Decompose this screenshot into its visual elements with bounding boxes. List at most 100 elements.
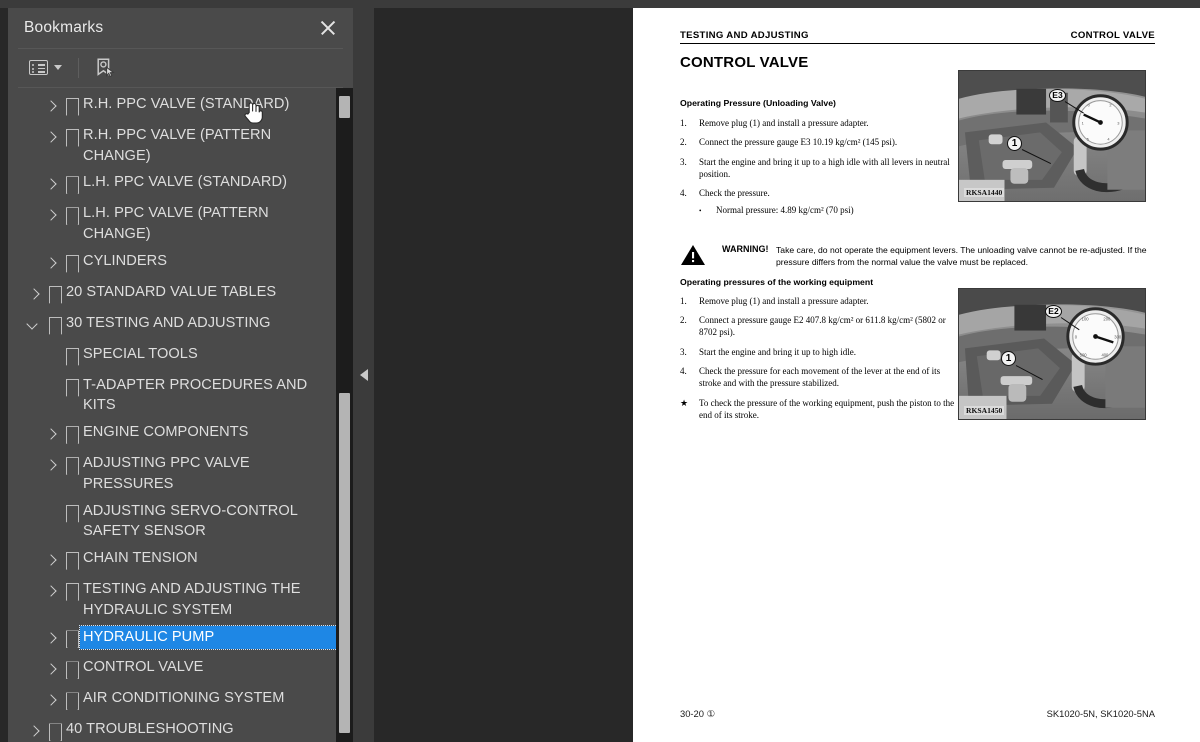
chevron-right-icon[interactable] <box>41 453 61 478</box>
bookmark-icon <box>61 453 83 478</box>
step-text: Connect the pressure gauge E3 10.19 kg/c… <box>699 137 898 148</box>
window-top-strip <box>0 0 1200 8</box>
bookmarks-panel: Bookmarks R.H. PPC VALVE (STANDARD) R.H.… <box>8 8 353 742</box>
bookmark-icon <box>61 688 83 713</box>
chevron-right-icon[interactable] <box>41 94 61 119</box>
step-number: 2. <box>680 137 687 148</box>
bookmark-item-label: L.H. PPC VALVE (PATTERN CHANGE) <box>83 205 269 242</box>
step-sub-bullet: • Normal pressure: 4.89 kg/cm² (70 psi) <box>699 205 960 218</box>
warning-label: WARNING! <box>722 244 769 254</box>
warning-triangle-icon <box>680 244 722 266</box>
close-icon[interactable] <box>317 17 339 39</box>
bookmark-item[interactable]: SPECIAL TOOLS <box>8 341 353 372</box>
bookmark-item[interactable]: 40 TROUBLESHOOTING <box>8 716 353 742</box>
chevron-right-icon[interactable] <box>41 579 61 604</box>
procedure-step: 3. Start the engine and bring it up to hi… <box>680 347 960 359</box>
svg-text:1: 1 <box>1082 120 1084 125</box>
bookmark-item[interactable]: CHAIN TENSION <box>8 545 353 576</box>
step-text: Connect a pressure gauge E2 407.8 kg/cm²… <box>699 315 946 338</box>
chevron-right-icon[interactable] <box>41 172 61 197</box>
chevron-down-icon[interactable] <box>24 313 44 338</box>
bookmark-item[interactable]: 20 STANDARD VALUE TABLES <box>8 279 353 310</box>
bookmark-item[interactable]: ADJUSTING SERVO-CONTROL SAFETY SENSOR <box>8 498 353 545</box>
running-header-right: CONTROL VALVE <box>1070 30 1155 41</box>
bookmark-icon <box>61 501 83 526</box>
running-header-left: TESTING AND ADJUSTING <box>680 30 809 41</box>
page-running-header: TESTING AND ADJUSTING CONTROL VALVE <box>680 30 1155 44</box>
bookmark-icon <box>44 719 66 742</box>
bookmark-icon <box>61 125 83 150</box>
scrollbar-thumb-upper[interactable] <box>339 95 350 118</box>
bookmark-icon <box>61 657 83 682</box>
bookmark-item-label: SPECIAL TOOLS <box>83 345 198 362</box>
bookmark-item[interactable]: TESTING AND ADJUSTING THE HYDRAULIC SYST… <box>8 576 353 623</box>
figure-2-callout-e2: E2 <box>1045 305 1062 318</box>
bookmark-item[interactable]: T-ADAPTER PROCEDURES AND KITS <box>8 372 353 419</box>
step-number: 4. <box>680 188 687 199</box>
bookmark-icon <box>61 94 83 119</box>
bookmarks-tree-container: R.H. PPC VALVE (STANDARD) R.H. PPC VALVE … <box>8 87 353 742</box>
bookmark-item[interactable]: L.H. PPC VALVE (PATTERN CHANGE) <box>8 200 353 247</box>
page-title: CONTROL VALVE <box>680 54 809 71</box>
figure-2-caption: RKSA1450 <box>964 406 1005 415</box>
scrollbar-thumb[interactable] <box>339 392 350 733</box>
star-marker: ★ <box>680 397 689 408</box>
bookmark-options-button[interactable] <box>26 57 65 78</box>
chevron-down-icon <box>54 65 62 71</box>
list-options-icon <box>29 60 48 76</box>
twisty-spacer <box>41 375 61 400</box>
bookmarks-panel-title: Bookmarks <box>24 19 104 36</box>
bookmark-item[interactable]: ADJUSTING PPC VALVE PRESSURES <box>8 450 353 497</box>
bookmark-item[interactable]: R.H. PPC VALVE (STANDARD) <box>8 91 353 122</box>
warning-block: WARNING! Take care, do not operate the e… <box>680 244 1155 268</box>
bookmark-item[interactable]: ENGINE COMPONENTS <box>8 419 353 450</box>
section1-heading: Operating Pressure (Unloading Valve) <box>680 98 836 108</box>
figure-1-callout-1: 1 <box>1007 136 1022 151</box>
bookmark-item[interactable]: L.H. PPC VALVE (STANDARD) <box>8 169 353 200</box>
star-note-text: To check the pressure of the working equ… <box>699 397 955 420</box>
bookmark-item[interactable]: HYDRAULIC PUMP <box>8 623 353 654</box>
bookmark-item-label: TESTING AND ADJUSTING THE HYDRAULIC SYST… <box>83 581 301 618</box>
bookmark-item[interactable]: CONTROL VALVE <box>8 654 353 685</box>
step-text: Remove plug (1) and install a pressure a… <box>699 296 869 306</box>
chevron-right-icon[interactable] <box>41 657 61 682</box>
chevron-right-icon[interactable] <box>41 203 61 228</box>
chevron-right-icon[interactable] <box>24 719 44 742</box>
procedure-step: 2. Connect a pressure gauge E2 407.8 kg/c… <box>680 315 960 339</box>
document-viewer[interactable]: TESTING AND ADJUSTING CONTROL VALVE CONT… <box>374 8 1200 742</box>
figure-1: 02 34 51 E3 1 RKSA1440 <box>958 70 1146 202</box>
procedure-step: 1. Remove plug (1) and install a pressure… <box>680 118 960 130</box>
bookmark-item[interactable]: 30 TESTING AND ADJUSTING <box>8 310 353 341</box>
bookmark-item-label: 30 TESTING AND ADJUSTING <box>66 314 271 331</box>
chevron-right-icon[interactable] <box>41 422 61 447</box>
bookmark-icon <box>44 313 66 338</box>
svg-text:300: 300 <box>1114 334 1122 339</box>
footer-page-number: 30-20 ① <box>680 708 715 719</box>
bookmark-item-label: ADJUSTING PPC VALVE PRESSURES <box>83 455 250 492</box>
bookmark-item-label: ADJUSTING SERVO-CONTROL SAFETY SENSOR <box>83 502 298 540</box>
bookmark-item-label: CYLINDERS <box>83 252 167 269</box>
chevron-right-icon[interactable] <box>41 548 61 573</box>
bookmark-icon <box>61 251 83 276</box>
bookmark-item[interactable]: R.H. PPC VALVE (PATTERN CHANGE) <box>8 122 353 169</box>
bookmark-item-label: T-ADAPTER PROCEDURES AND KITS <box>83 376 308 414</box>
chevron-right-icon[interactable] <box>41 688 61 713</box>
step-text: Check the pressure for each movement of … <box>699 366 941 389</box>
bookmark-item[interactable]: CYLINDERS <box>8 248 353 279</box>
chevron-right-icon[interactable] <box>41 626 61 651</box>
bookmark-item-label: 20 STANDARD VALUE TABLES <box>66 283 277 300</box>
step-text: Start the engine and bring it up to a hi… <box>699 156 950 179</box>
chevron-right-icon[interactable] <box>24 282 44 307</box>
footer-model: SK1020-5N, SK1020-5NA <box>1046 708 1155 719</box>
procedure-step: 4. Check the pressure for each movement o… <box>680 366 960 390</box>
bookmarks-scrollbar[interactable] <box>336 87 353 742</box>
step-number: 3. <box>680 156 687 167</box>
svg-text:500: 500 <box>1080 352 1088 357</box>
section1-steps: 1. Remove plug (1) and install a pressure… <box>680 118 960 225</box>
chevron-right-icon[interactable] <box>41 125 61 150</box>
collapse-left-triangle-icon[interactable] <box>360 369 368 381</box>
star-note: ★ To check the pressure of the working eq… <box>680 398 960 422</box>
bookmark-item[interactable]: AIR CONDITIONING SYSTEM <box>8 685 353 716</box>
new-bookmark-button[interactable] <box>92 54 118 81</box>
chevron-right-icon[interactable] <box>41 251 61 276</box>
